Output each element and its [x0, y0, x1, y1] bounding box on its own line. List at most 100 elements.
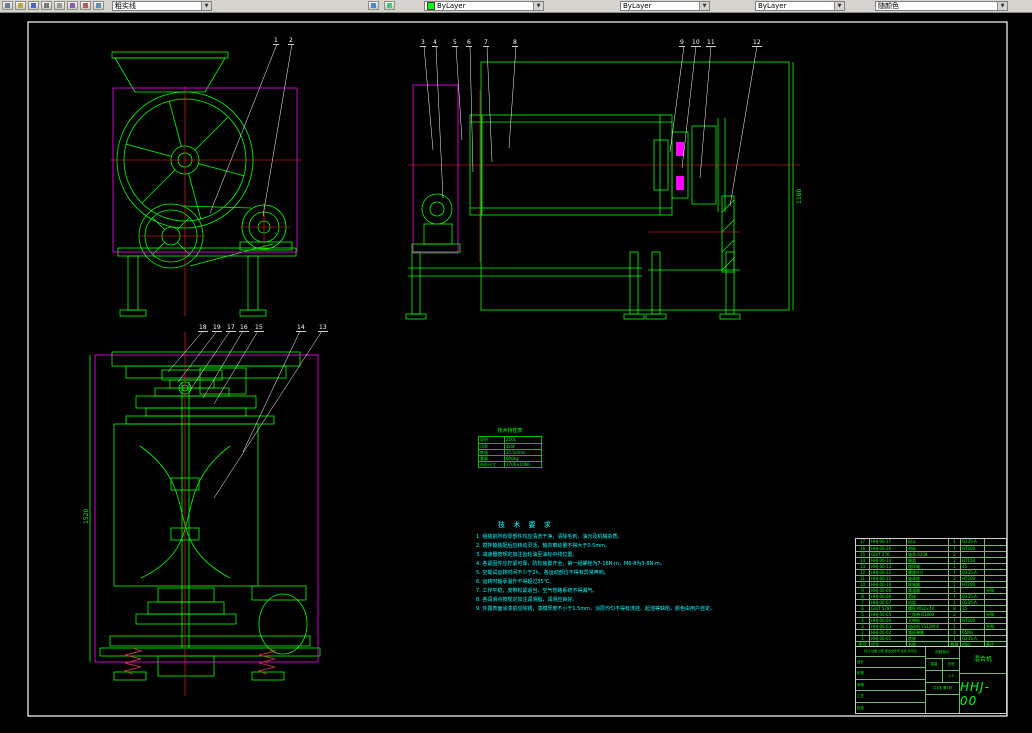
sig-row-audit: 审核 — [856, 680, 925, 692]
tech-table-row: 转速 35.5r/min — [479, 449, 541, 455]
callout-1: 1 — [273, 37, 279, 45]
tech-table-row: 容积 250L — [480, 437, 516, 443]
copy-icon[interactable] — [93, 1, 104, 10]
callout-3: 3 — [420, 39, 426, 47]
drawing-id-block: 混合机 HHJ-00 — [960, 647, 1006, 713]
chevron-down-icon[interactable]: ▼ — [533, 2, 543, 10]
callout-4: 4 — [432, 39, 438, 47]
lineweight-combo[interactable]: ByLayer ▼ — [755, 1, 845, 11]
callout-19: 19 — [212, 324, 222, 332]
callout-9: 9 — [679, 39, 685, 47]
sheet-info: 共1张 第1张 — [926, 683, 959, 695]
print-icon[interactable] — [41, 1, 52, 10]
signature-header: 标记 处数 分区 更改文件号 签名 年月日 — [856, 647, 925, 657]
parts-list-row: 15 GB/T 276 轴承 6208 2 — [856, 551, 1006, 557]
color-swatch — [427, 2, 435, 10]
chevron-down-icon[interactable]: ▼ — [997, 2, 1007, 10]
sig-row-check: 校核 — [856, 668, 925, 680]
parts-list-row: 17 HHJ-00-17 料斗 1 Q235-A — [856, 539, 1006, 545]
parts-list-row: 16 HHJ-00-16 带轮 1 HT200 — [856, 545, 1006, 551]
print-preview-icon[interactable] — [54, 1, 65, 10]
technical-requirements: 技 术 要 求 1. 组装前所有零部件均应清洗干净，清除毛刺、油污及机械杂质。 2… — [476, 520, 746, 614]
parts-list-row: 9 HHJ-00-09 减速器 1 外购 — [856, 587, 1006, 593]
signature-grid: 标记 处数 分区 更改文件号 签名 年月日 设计 校核 审核 工艺 批准 — [856, 647, 926, 713]
callout-16: 16 — [239, 324, 249, 332]
open-file-icon[interactable] — [15, 1, 26, 10]
parts-list-row: 10 HHJ-00-10 联轴器 1 HT200 — [856, 581, 1006, 587]
linetype-bylayer-value: ByLayer — [623, 2, 652, 10]
parts-list-rows: 17 HHJ-00-17 料斗 1 Q235-A 16 HHJ-00-16 带轮 1 H… — [855, 538, 1007, 641]
product-name: 混合机 — [960, 647, 1006, 674]
callout-13: 13 — [318, 324, 328, 332]
parts-list-row: 7 HHJ-00-07 机架 1 Q235-A — [856, 599, 1006, 605]
linetype-combo[interactable]: 粗实线 ▼ — [112, 1, 212, 11]
callout-7: 7 — [483, 39, 489, 47]
callout-14: 14 — [296, 324, 306, 332]
tech-table-row: 外形尺寸 1700×1060 — [479, 461, 541, 467]
parts-list-row: 5 HHJ-00-05 三角带 B1800 2 外购 — [856, 611, 1006, 617]
callout-10: 10 — [691, 39, 701, 47]
new-file-icon[interactable] — [2, 1, 13, 10]
dimension-side-height: 1180 — [796, 188, 803, 204]
front-view-leaders — [209, 43, 293, 217]
side-view — [405, 61, 794, 320]
plotstyle-combo[interactable]: 随颜色 ▼ — [875, 1, 1008, 11]
front-view-guard — [112, 87, 298, 253]
zoom-realtime-icon[interactable] — [384, 1, 395, 10]
chevron-down-icon[interactable]: ▼ — [699, 2, 709, 10]
callout-2: 2 — [288, 37, 294, 45]
parts-list-row: 1 HHJ-00-01 底座 1 Q235-A — [856, 635, 1006, 641]
callout-8: 8 — [512, 39, 518, 47]
weight-scale-values: 1:5 — [926, 671, 959, 683]
bottom-view-leaders — [167, 330, 323, 499]
tech-req-line: 3. 减速器按规定加注齿轮油至油标中线位置。 — [476, 552, 578, 558]
parts-list-row: 2 HHJ-00-02 减振弹簧 4 65Mn — [856, 629, 1006, 635]
find-icon[interactable] — [67, 1, 78, 10]
side-view-centerlines — [408, 90, 800, 262]
parts-list-row: 4 HHJ-00-04 大带轮 1 HT200 — [856, 617, 1006, 623]
sig-row-design: 设计 — [856, 657, 925, 669]
bottom-view-guard — [94, 354, 319, 663]
cut-icon[interactable] — [80, 1, 91, 10]
callout-12: 12 — [752, 39, 762, 47]
tech-req-line: 9. 外露表面涂漆前应除锈，漆膜厚度不小于1.5mm，涂层均匀不得有流挂、起泡等… — [476, 606, 716, 612]
plotstyle-value: 随颜色 — [878, 2, 899, 10]
parts-list-row: 3 HHJ-00-03 电动机 Y112M-4 1 外购 — [856, 623, 1006, 629]
stage-blank — [926, 695, 959, 713]
tech-req-line: 7. 工作平稳，皮带松紧适当，空气管路系统不得漏气。 — [476, 588, 598, 594]
tech-req-line: 4. 各紧固件应拧紧可靠，防松装置齐全，第一组螺栓为7-16N·m，M6-8为3… — [476, 561, 665, 567]
color-combo[interactable]: ByLayer ▼ — [424, 1, 544, 11]
dimension-view-height: 1520 — [83, 508, 90, 524]
parts-list-row: 8 HHJ-00-08 筒体 1 Q235-A — [856, 593, 1006, 599]
tech-req-title: 技 术 要 求 — [498, 521, 554, 529]
tech-table-row: 功率 4kW — [479, 443, 541, 449]
parts-list-row: 13 HHJ-00-13 搅拌轴 1 45 — [856, 563, 1006, 569]
linetype-bylayer-combo[interactable]: ByLayer ▼ — [620, 1, 710, 11]
parts-list: 17 HHJ-00-17 料斗 1 Q235-A 16 HHJ-00-16 带轮 1 H… — [855, 538, 1007, 714]
tech-req-line: 8. 各润滑点按规定加注润滑脂，润滑应良好。 — [476, 597, 578, 603]
stage-grid: 阶段标记 重量 比例 1:5 共1张 第1张 — [926, 647, 960, 713]
tech-table: 容积 250L 功率 4kW 转速 35.5r/min 重量 600kg 外形尺寸 170… — [478, 436, 542, 468]
parts-list-row: 12 HHJ-00-12 螺旋叶片 1 Q235-A — [856, 569, 1006, 575]
tech-req-line: 2. 搅拌轴装配后应转动灵活，轴向窜动量不得大于0.5mm。 — [476, 543, 611, 549]
weight-scale-labels: 重量 比例 — [926, 659, 959, 671]
callout-6: 6 — [466, 39, 472, 47]
bottom-view — [89, 351, 321, 681]
side-view-guard — [412, 84, 684, 254]
callout-11: 11 — [706, 39, 716, 47]
drawing-canvas[interactable]: 1 2 3 4 5 6 7 8 9 10 11 12 18 19 17 16 1… — [0, 12, 1032, 733]
title-block: 标记 处数 分区 更改文件号 签名 年月日 设计 校核 审核 工艺 批准 阶段标… — [855, 647, 1007, 714]
callout-15: 15 — [254, 324, 264, 332]
tech-table-row: 重量 600kg — [479, 455, 541, 461]
tech-req-line: 6. 运转时轴承温升不得超过35℃。 — [476, 579, 555, 585]
chevron-down-icon[interactable]: ▼ — [201, 2, 211, 10]
tech-req-line: 1. 组装前所有零部件均应清洗干净，清除毛刺、油污及机械杂质。 — [476, 534, 623, 540]
drawing-number: HHJ-00 — [960, 679, 990, 708]
stage-label: 阶段标记 — [926, 647, 959, 659]
callout-17: 17 — [226, 324, 236, 332]
lineweight-value: ByLayer — [758, 2, 787, 10]
parts-list-row: 14 HHJ-00-14 端盖 2 HT150 — [856, 557, 1006, 563]
save-icon[interactable] — [28, 1, 39, 10]
zoom-window-icon[interactable] — [368, 1, 379, 10]
chevron-down-icon[interactable]: ▼ — [834, 2, 844, 10]
